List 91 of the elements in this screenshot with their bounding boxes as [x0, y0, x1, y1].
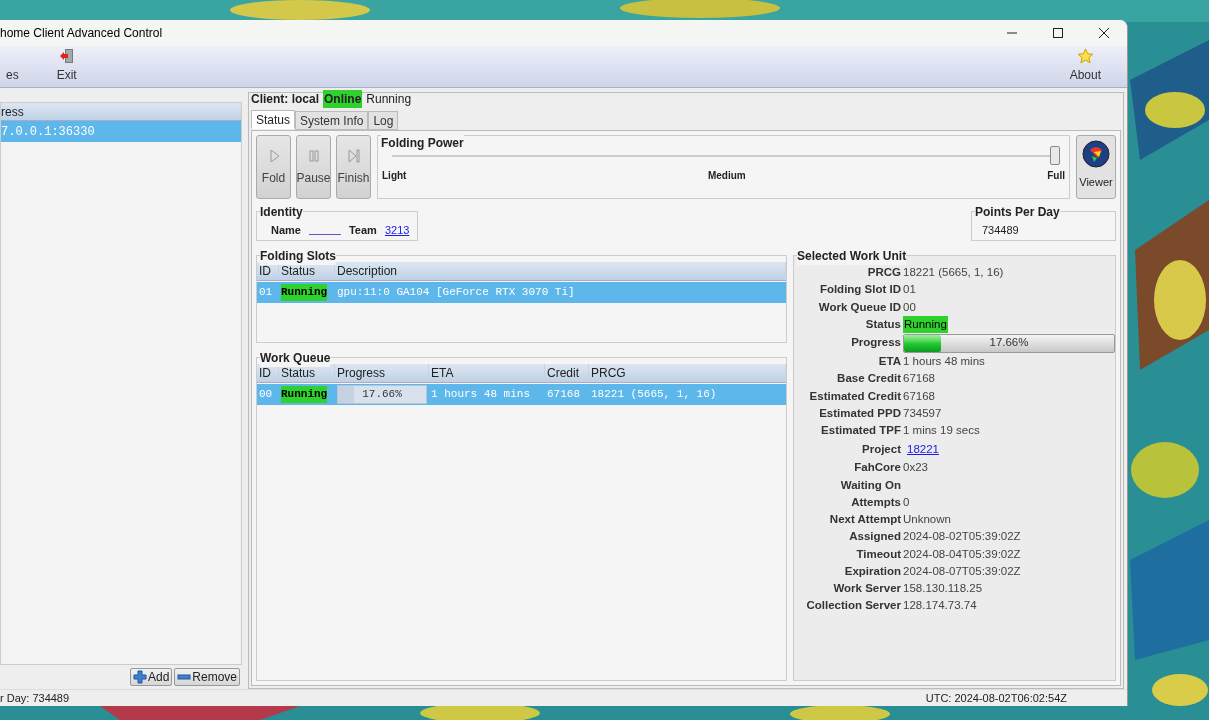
table-cell-text: 00 [259, 387, 273, 403]
column-header[interactable]: PRCG [589, 364, 786, 382]
table-cell-text: 18221 (5665, 1, 16) [591, 387, 717, 403]
field-value: 2024-08-04T05:39:02Z [903, 546, 1021, 562]
table-row[interactable]: 00 Running 17.66% 1 hours 48 mins 67168 18221 (5665, 1, 16) [257, 384, 786, 405]
field-value: 00 [903, 299, 916, 315]
field-label: Project [861, 441, 901, 457]
table-cell-text: 01 [259, 285, 273, 301]
tick-label: Light [382, 169, 407, 183]
field-label: Work Queue ID [817, 299, 901, 315]
status-badge: Running [281, 386, 328, 403]
tab[interactable]: System Info [295, 111, 369, 130]
field-label: Estimated Credit [808, 388, 901, 404]
field-label: Collection Server [805, 598, 901, 614]
field-label: Estimated PPD [818, 405, 901, 421]
globe-icon [1082, 139, 1110, 168]
column-header[interactable]: ETA [429, 364, 545, 382]
field-value: 01 [903, 282, 916, 298]
pause-button[interactable]: Pause [296, 135, 331, 199]
fold-button[interactable]: Fold [256, 135, 291, 199]
field-label: Base Credit [836, 371, 901, 387]
toolbar-button[interactable]: About [1063, 46, 1107, 87]
progress-text: 17.66% [362, 387, 402, 403]
field-value: 0x23 [903, 460, 928, 476]
field-value: 18221 (5665, 1, 16) [903, 265, 1004, 280]
add-button[interactable]: Add [129, 668, 173, 686]
field-label: Team [348, 223, 377, 238]
field-value: 2024-08-02T05:39:02Z [903, 529, 1021, 545]
column-header[interactable]: Description [335, 262, 786, 280]
column-header[interactable]: ress [1, 103, 241, 121]
points-per-day-value: 734489 [982, 224, 1019, 236]
field-value: 128.174.73.74 [903, 598, 977, 614]
field-value: 67168 [903, 388, 935, 404]
table-cell-text: gpu:11:0 GA104 [GeForce RTX 3070 Ti] [337, 285, 575, 301]
remove-button[interactable]: Remove [174, 668, 240, 686]
star-icon [1076, 48, 1094, 64]
table-row[interactable]: 01 Running gpu:11:0 GA104 [GeForce RTX 3070 Ti] [257, 282, 786, 303]
field-label: Status [864, 316, 901, 332]
viewer-button[interactable]: Viewer [1076, 135, 1116, 199]
field-label: Expiration [843, 563, 901, 579]
project-link[interactable]: 18221 [907, 440, 939, 458]
status-badge: Running [903, 315, 948, 333]
column-header[interactable]: Status [279, 364, 335, 382]
team-link[interactable]: 3213 [384, 222, 410, 239]
field-label: Name [271, 223, 301, 238]
exit-door-icon [58, 48, 75, 64]
status-text: r Day: 734489 [0, 690, 70, 706]
field-label: Work Server [832, 581, 901, 596]
tick-label: Medium [707, 169, 746, 183]
field-label: Next Attempt [828, 512, 901, 527]
field-label: Attempts [850, 494, 901, 510]
field-label: Progress [850, 335, 901, 351]
tab[interactable]: Status [251, 110, 296, 129]
field-label: ETA [877, 354, 901, 369]
column-header[interactable]: ID [257, 364, 279, 382]
field-value: 1 hours 48 mins [903, 354, 985, 369]
field-value: Unknown [903, 512, 951, 527]
client-label: Client: local [251, 91, 319, 108]
window-title: home Client Advanced Control [0, 25, 164, 42]
field-value: 734597 [903, 405, 942, 421]
group-title: Folding Power [381, 134, 464, 152]
client-state: Running [366, 91, 412, 108]
tab[interactable]: Log [368, 111, 399, 130]
field-label: Folding Slot ID [818, 282, 901, 298]
field-value: 0 [903, 494, 910, 510]
toolbar-button[interactable]: Exit [50, 46, 83, 87]
field-label: Assigned [848, 529, 901, 545]
field-label: FahCore [853, 460, 901, 476]
progress-text: 17.66% [989, 335, 1029, 351]
column-header[interactable]: ID [257, 262, 279, 280]
field-value: 1 mins 19 secs [903, 423, 980, 438]
table-cell-text: 1 hours 48 mins [431, 387, 531, 403]
status-text: UTC: 2024-08-02T06:02:54Z [925, 690, 1067, 706]
table-cell-text: 67168 [547, 387, 580, 403]
field-value: 67168 [903, 371, 935, 387]
online-badge: Online [323, 90, 363, 108]
tick-label: Full [1047, 169, 1065, 183]
field-label: PRCG [866, 265, 901, 280]
slider-thumb[interactable] [1050, 146, 1060, 165]
plus-icon [132, 670, 147, 684]
field-label: Waiting On [839, 477, 901, 493]
field-value: 2024-08-07T05:39:02Z [903, 563, 1021, 579]
status-badge: Running [281, 284, 328, 301]
field-label: Estimated TPF [820, 423, 901, 438]
column-header[interactable]: Credit [545, 364, 589, 382]
column-header[interactable]: Progress [335, 364, 429, 382]
toolbar-button[interactable]: es [0, 46, 25, 87]
column-header[interactable]: Status [279, 262, 335, 280]
field-value: 158.130.118.25 [903, 581, 983, 596]
field-label: Timeout [855, 546, 901, 562]
finish-button[interactable]: Finish [336, 135, 371, 199]
